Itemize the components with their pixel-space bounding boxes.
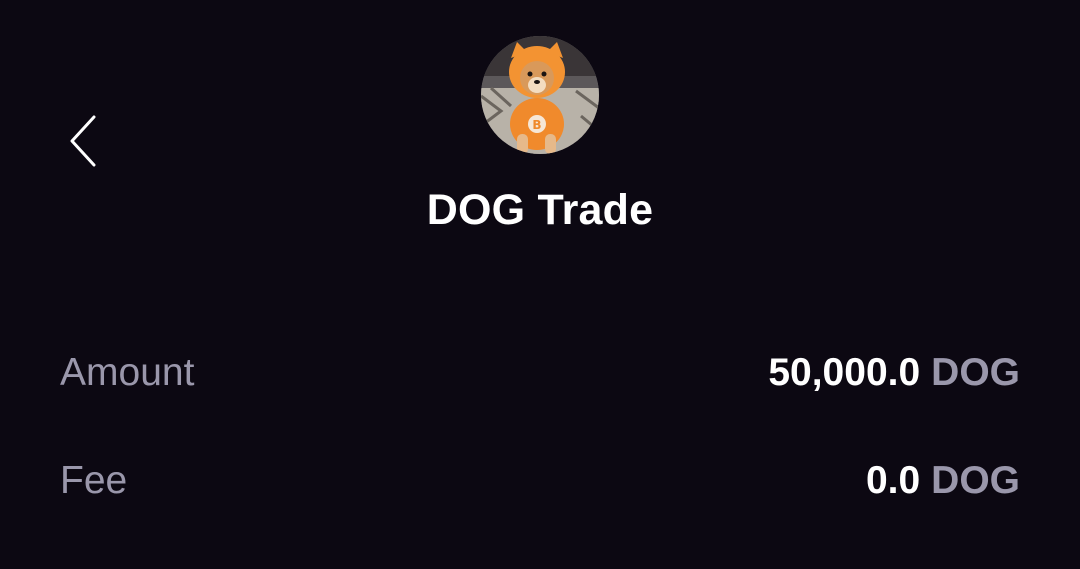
amount-row: Amount 50,000.0 DOG [60, 348, 1020, 398]
fee-number: 0.0 [865, 459, 921, 502]
fee-row: Fee 0.0 DOG [60, 456, 1020, 506]
back-button[interactable] [56, 106, 112, 176]
amount-label: Amount [60, 351, 195, 394]
dog-avatar-image: B [481, 36, 599, 154]
avatar: B [481, 36, 599, 154]
page-title: DOG Trade [426, 186, 654, 234]
amount-number: 50,000.0 [768, 351, 921, 394]
fee-label: Fee [60, 459, 128, 502]
fee-unit: DOG [931, 459, 1020, 502]
amount-unit: DOG [931, 351, 1020, 394]
fee-value: 0.0 DOG [866, 459, 1020, 503]
chevron-left-icon [70, 115, 96, 167]
svg-text:B: B [532, 118, 541, 132]
amount-value: 50,000.0 DOG [768, 351, 1020, 395]
